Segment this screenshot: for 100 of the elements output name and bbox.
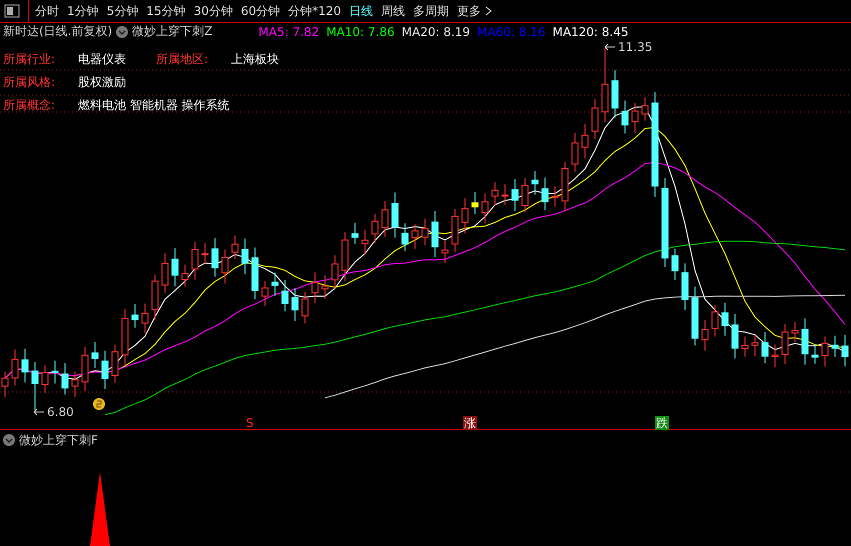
candlestick	[412, 224, 418, 250]
candlestick	[92, 341, 98, 369]
indicator-name: 微妙上穿下刺Z	[132, 23, 212, 40]
info-value: 股权激励	[78, 74, 127, 91]
candlestick	[782, 324, 788, 365]
candlestick	[182, 264, 188, 288]
period-tab[interactable]: 60分钟	[240, 2, 280, 20]
candlestick	[292, 288, 298, 322]
period-tab[interactable]: 30分钟	[194, 2, 233, 20]
candlestick	[702, 319, 708, 352]
candlestick	[382, 200, 388, 238]
candlestick	[812, 344, 818, 364]
low-price-label: 6.80	[47, 405, 74, 419]
candlestick	[482, 192, 488, 224]
candlestick	[562, 162, 568, 212]
period-tab[interactable]: 5分钟	[106, 2, 138, 20]
candlestick	[682, 262, 688, 311]
candlestick	[322, 274, 328, 300]
candlestick	[22, 348, 28, 383]
candlestick	[452, 208, 458, 253]
candlestick	[222, 249, 228, 284]
candlestick	[342, 232, 348, 282]
leader-arrow-icon	[33, 408, 45, 416]
more-menu[interactable]: 更多	[457, 2, 492, 20]
candlestick	[612, 70, 618, 118]
candlestick	[312, 272, 318, 304]
indicator-name: 微妙上穿下刺F	[19, 432, 98, 448]
candlestick	[402, 222, 408, 252]
candlestick	[252, 247, 258, 300]
candlestick	[282, 280, 288, 312]
period-tab[interactable]: 15分钟	[146, 2, 186, 20]
candlestick	[552, 186, 558, 208]
signal-marker: 跌	[655, 416, 669, 430]
candlestick	[102, 350, 108, 390]
candlestick	[802, 318, 808, 366]
signal-marker: 涨	[463, 416, 477, 430]
dropdown-icon[interactable]	[3, 434, 15, 446]
info-label: 所属概念:	[3, 97, 56, 114]
ma-value: MA60: 8.16	[477, 24, 546, 38]
candlestick	[722, 302, 728, 336]
candlestick	[522, 177, 528, 213]
candlestick	[672, 248, 678, 281]
candlestick	[132, 303, 138, 328]
info-label: 所属风格:	[3, 74, 56, 91]
candlestick	[772, 344, 778, 368]
candlestick	[372, 213, 378, 244]
high-price-label: 11.35	[618, 40, 652, 54]
candlestick	[442, 240, 448, 264]
candlestick	[172, 248, 178, 287]
info-label: 所属行业:	[3, 51, 56, 68]
candlestick	[12, 348, 18, 386]
ma-value: MA120: 8.45	[552, 24, 629, 38]
candlestick	[842, 334, 848, 367]
candlestick	[302, 292, 308, 324]
candlestick	[232, 235, 238, 260]
period-tab[interactable]: 1分钟	[67, 2, 99, 20]
candlestick	[512, 178, 518, 212]
info-value: 燃料电池 智能机器 操作系统	[78, 97, 230, 114]
info-label: 所属地区:	[156, 51, 210, 68]
candlestick	[142, 303, 148, 334]
candlestick	[332, 254, 338, 289]
signal-marker: S	[245, 416, 255, 430]
leader-arrow-icon	[604, 43, 616, 51]
period-tab[interactable]: 日线	[349, 2, 374, 20]
candlestick	[462, 198, 468, 234]
candlestick	[632, 102, 638, 134]
candlestick	[152, 274, 158, 320]
period-tab[interactable]: 分钟*120	[288, 2, 342, 20]
candlestick	[262, 280, 268, 306]
chart-title: 新时达(日线.前复权)	[3, 23, 112, 40]
candlestick	[712, 304, 718, 337]
candlestick	[392, 192, 398, 238]
dropdown-icon[interactable]	[116, 26, 128, 38]
ma-value: MA20: 8.19	[402, 24, 470, 38]
candlestick	[32, 361, 38, 410]
panel-toggle-icon[interactable]	[4, 4, 20, 18]
candlestick	[542, 177, 548, 211]
info-value: 电器仪表	[78, 51, 127, 68]
candlestick	[832, 335, 838, 358]
period-tab[interactable]: 周线	[381, 2, 406, 20]
candlestick	[502, 184, 508, 206]
candlestick	[112, 344, 118, 384]
candlestick	[432, 210, 438, 258]
candlestick	[592, 98, 598, 140]
period-tab[interactable]: 多周期	[413, 2, 450, 20]
candlestick	[742, 336, 748, 358]
candlestick	[192, 241, 198, 280]
candlestick	[352, 222, 358, 244]
info-value: 上海板块	[231, 51, 280, 68]
ma-value: MA5: 7.82	[258, 24, 320, 38]
candlestick	[762, 331, 768, 364]
candlestick	[582, 124, 588, 159]
period-tab[interactable]: 分时	[35, 2, 59, 20]
candlestick	[692, 286, 698, 346]
candlestick	[202, 242, 208, 264]
ma-value: MA10: 7.86	[326, 24, 395, 38]
candlestick	[362, 229, 368, 256]
candlestick	[422, 218, 428, 246]
candlestick	[532, 170, 538, 196]
candlestick	[732, 313, 738, 359]
